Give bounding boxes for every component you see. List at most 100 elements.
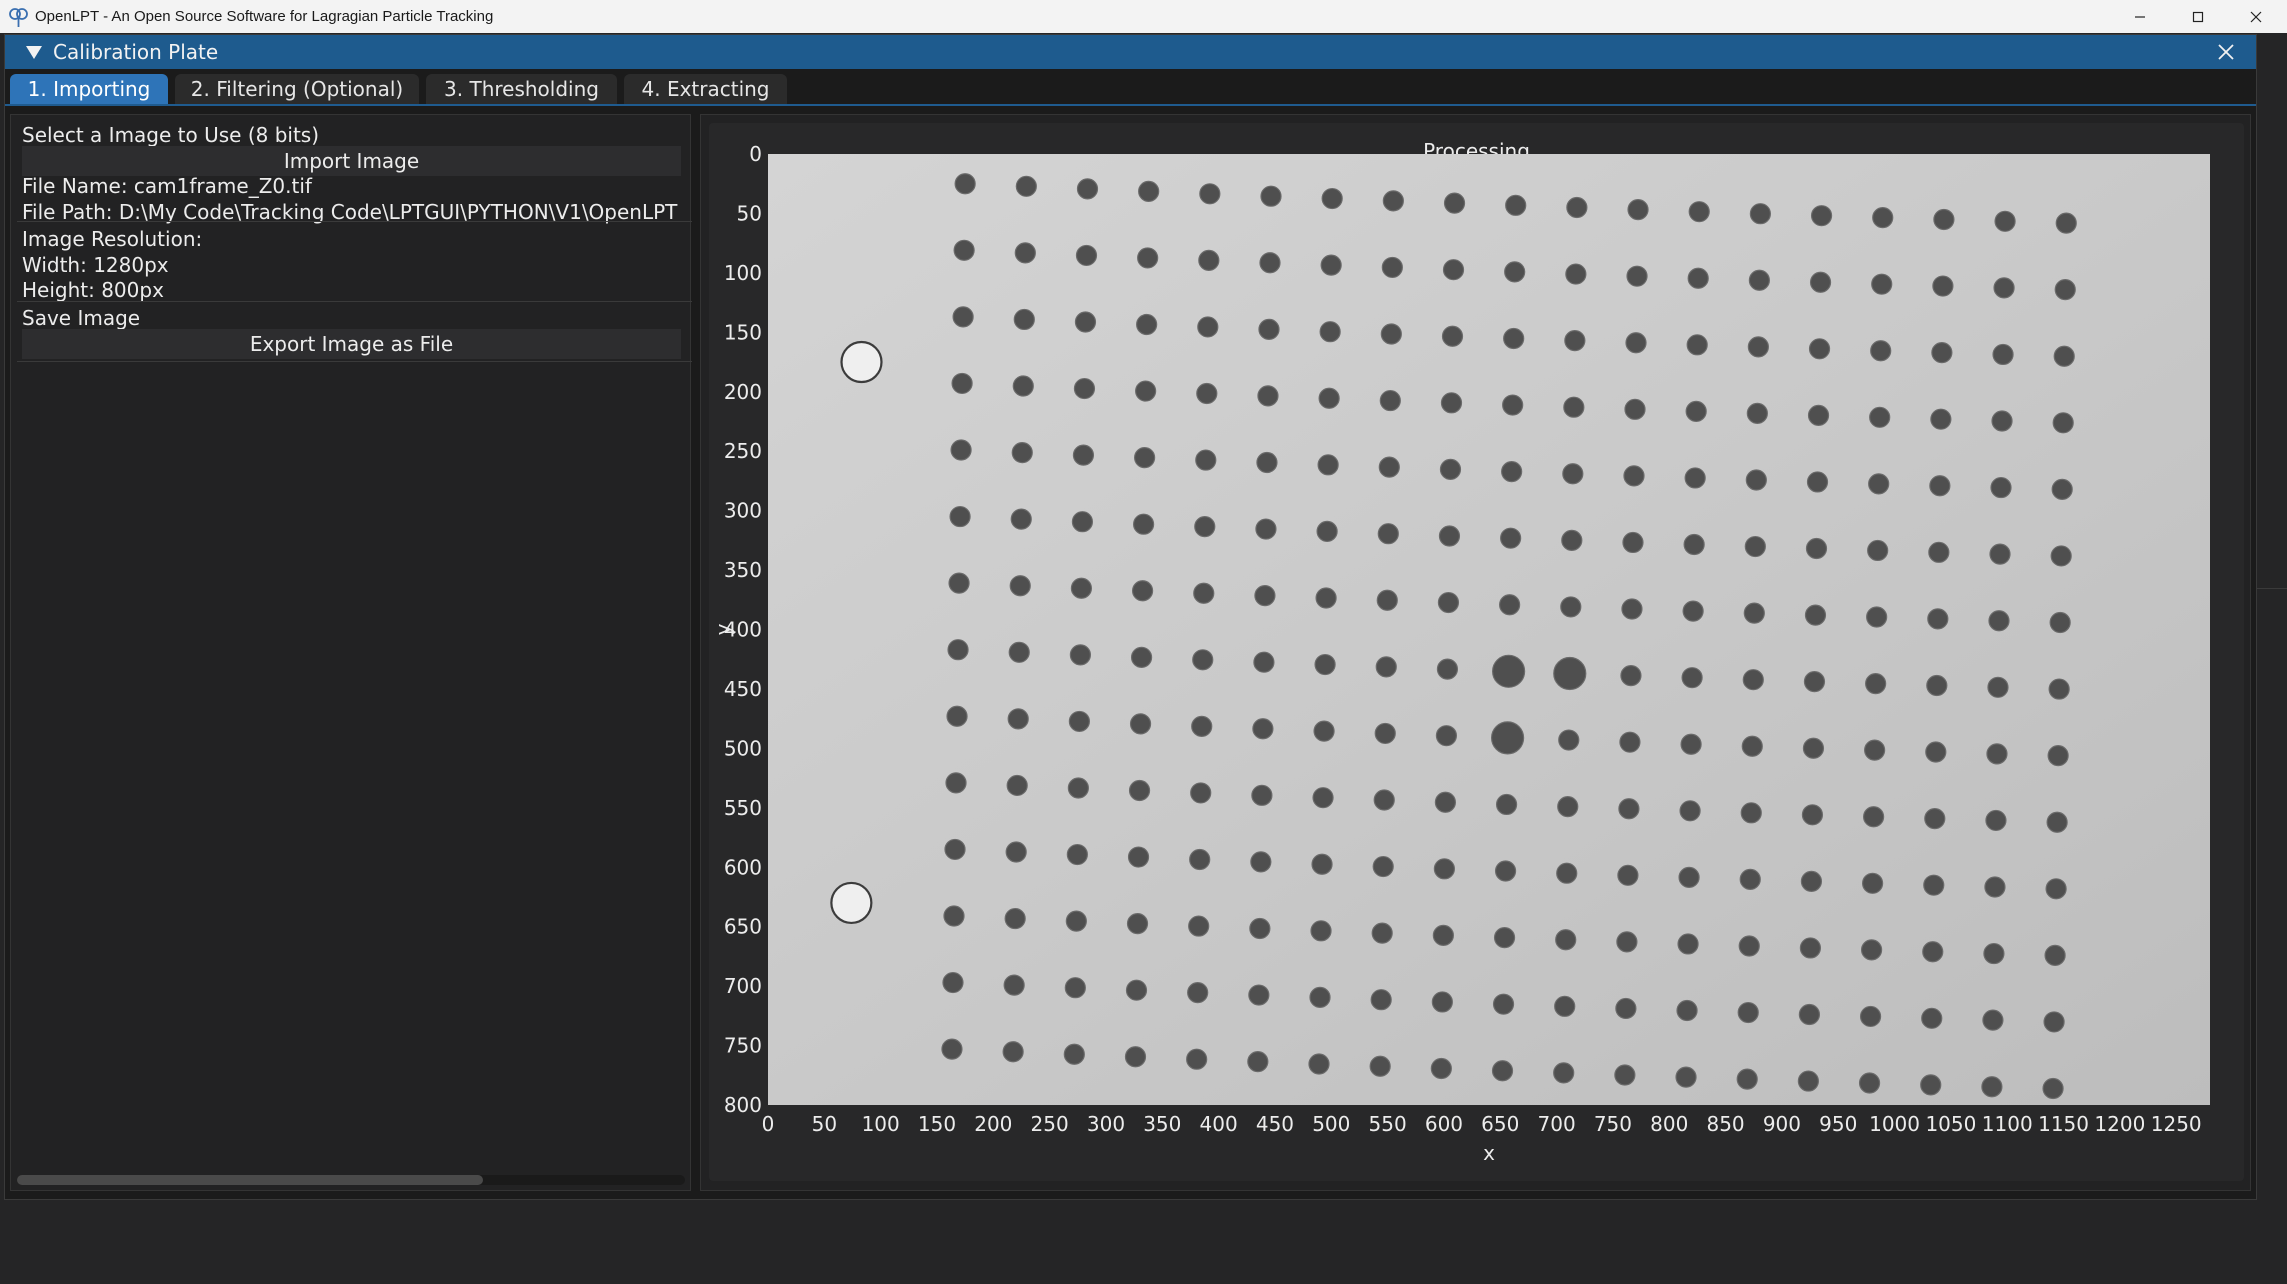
calibration-dot xyxy=(1377,523,1399,545)
tab-importing[interactable]: 1. Importing xyxy=(10,74,168,104)
calibration-dot xyxy=(1131,580,1154,602)
calibration-dot xyxy=(1740,802,1762,824)
calibration-dot xyxy=(1992,343,2014,366)
horizontal-scrollbar[interactable] xyxy=(17,1175,685,1185)
calibration-dot xyxy=(1861,872,1884,894)
x-tick-label: 450 xyxy=(1256,1112,1294,1136)
calibration-dot xyxy=(1189,848,1211,871)
tab-extracting[interactable]: 4. Extracting xyxy=(624,74,787,104)
calibration-dot xyxy=(1686,334,1708,356)
calibration-dot xyxy=(1195,449,1217,471)
calibration-dot xyxy=(1072,444,1095,466)
calibration-dot xyxy=(1797,1070,1819,1092)
calibration-dot xyxy=(1491,1060,1514,1082)
calibration-dot xyxy=(1554,995,1576,1017)
processing-plot[interactable]: Processing 0 50 100 150 200 250 300 350 400 450 50… xyxy=(709,123,2244,1181)
maximize-button[interactable] xyxy=(2169,0,2227,33)
calibration-dot xyxy=(1247,1051,1269,1073)
calibration-dot xyxy=(1005,841,1027,863)
calibration-dot xyxy=(1744,535,1766,558)
export-image-button[interactable]: Export Image as File xyxy=(22,329,681,359)
calibration-dot xyxy=(1317,454,1339,476)
calibration-dot xyxy=(1993,277,2015,299)
save-image-label: Save Image xyxy=(22,306,141,330)
calibration-dot xyxy=(1807,404,1830,426)
calibration-dot xyxy=(945,772,967,794)
calibration-dot xyxy=(1249,917,1271,940)
calibration-dot xyxy=(1985,809,2007,832)
calibration-dot xyxy=(1566,196,1588,219)
calibration-dot xyxy=(1983,942,2005,965)
calibration-dot xyxy=(1614,1064,1636,1086)
x-tick-label: 0 xyxy=(762,1112,775,1136)
y-tick-label: 800 xyxy=(724,1093,762,1117)
tab-filtering[interactable]: 2. Filtering (Optional) xyxy=(175,74,419,104)
calibration-dot xyxy=(1738,935,1760,957)
calibration-dot xyxy=(1870,340,1892,362)
calibration-dot xyxy=(1624,398,1646,420)
calibration-dot xyxy=(944,838,966,861)
calibration-dot xyxy=(1380,323,1402,345)
calibration-dot xyxy=(1015,175,1037,197)
calibration-dot xyxy=(1932,275,1954,297)
calibration-dot xyxy=(1255,518,1277,540)
y-tick-label: 600 xyxy=(724,855,762,879)
calibration-dot xyxy=(1193,582,1215,604)
minimize-button[interactable] xyxy=(2111,0,2169,33)
calibration-dot xyxy=(1808,338,1831,360)
calibration-dot xyxy=(1067,777,1089,799)
x-tick-label: 1150 xyxy=(2038,1112,2089,1136)
calibration-dot xyxy=(1626,265,1648,287)
calibration-dot xyxy=(1432,924,1454,946)
os-window-title: OpenLPT - An Open Source Software for La… xyxy=(35,8,494,25)
calibration-dot xyxy=(1494,860,1517,882)
calibration-dot xyxy=(1739,868,1761,890)
calibration-dot xyxy=(1441,325,1464,347)
y-tick-label: 500 xyxy=(724,736,762,760)
calibration-dot xyxy=(1736,1068,1758,1090)
plot-canvas[interactable]: 0 50 100 150 200 250 300 350 400 450 500 550 600 650 7… xyxy=(709,123,2244,1181)
calibration-dot xyxy=(1924,808,1946,830)
openlpt-logo-icon xyxy=(9,8,28,27)
calibration-dot xyxy=(1684,467,1706,489)
y-tick-label: 0 xyxy=(749,142,762,166)
calibration-dot xyxy=(1443,192,1466,214)
calibration-dot xyxy=(1253,651,1275,673)
calibration-dot xyxy=(1074,311,1097,333)
calibration-dot xyxy=(1500,527,1522,549)
calibration-dot xyxy=(1065,910,1087,932)
calibration-dot xyxy=(1008,641,1030,663)
collapse-triangle-icon[interactable] xyxy=(25,44,43,60)
calibration-dot xyxy=(1374,722,1396,745)
calibration-dot xyxy=(1802,737,1825,759)
x-tick-label: 150 xyxy=(918,1112,956,1136)
calibration-dot xyxy=(1745,469,1767,491)
calibration-dot xyxy=(1430,1057,1452,1080)
window-titlebar[interactable]: Calibration Plate xyxy=(5,35,2256,69)
calibration-dot xyxy=(1627,199,1649,221)
calibration-dot xyxy=(1199,183,1221,205)
calibration-dot xyxy=(1440,392,1463,414)
calibration-dot xyxy=(1439,458,1462,480)
calibration-dot xyxy=(1560,596,1582,618)
calibration-dot xyxy=(1923,874,1945,896)
calibration-dot xyxy=(1989,543,2011,565)
tab-bar: 1. Importing 2. Filtering (Optional) 3. … xyxy=(5,74,2256,106)
calibration-dot xyxy=(1982,1009,2004,1031)
tab-thresholding[interactable]: 3. Thresholding xyxy=(426,74,617,104)
calibration-dot xyxy=(1800,870,1823,892)
calibration-dot xyxy=(1499,594,1521,616)
scrollbar-thumb[interactable] xyxy=(17,1175,483,1185)
calibration-dot xyxy=(1984,876,2006,898)
calibration-dot xyxy=(1810,205,1833,227)
calibration-dot xyxy=(1130,646,1153,668)
calibration-dot xyxy=(953,239,975,261)
y-tick-label: 50 xyxy=(737,201,762,225)
calibration-dot xyxy=(1562,463,1584,485)
calibration-dot xyxy=(1069,644,1091,666)
import-image-button[interactable]: Import Image xyxy=(22,146,681,176)
close-window-button[interactable] xyxy=(2227,0,2285,33)
close-panel-icon[interactable] xyxy=(2216,42,2236,62)
calibration-dot xyxy=(1312,787,1334,809)
calibration-dot xyxy=(1495,793,1518,816)
